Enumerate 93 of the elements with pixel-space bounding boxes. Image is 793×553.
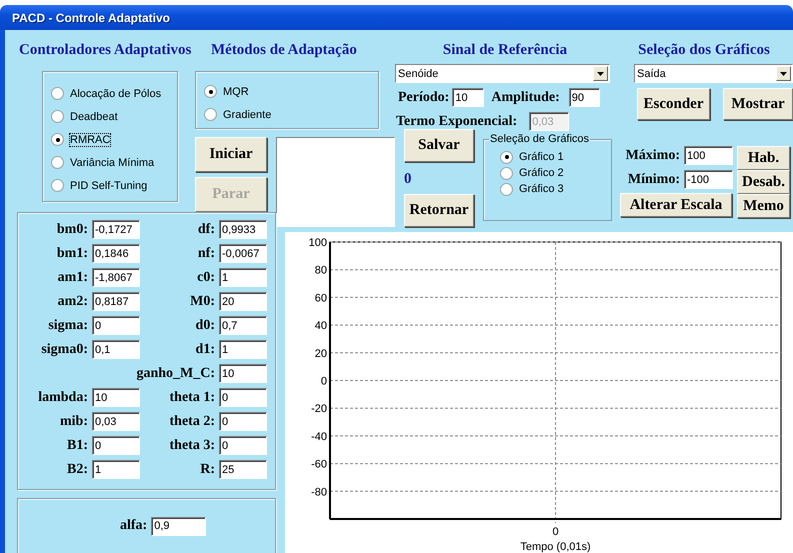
axis-tick-label: -40 [311, 430, 327, 443]
radio-option[interactable]: Gráfico 2 [500, 165, 564, 181]
input-field[interactable]: 10 [452, 88, 484, 107]
radio-option[interactable]: Alocação de Pólos [51, 82, 162, 105]
input-field[interactable]: 25 [219, 460, 267, 479]
input-field[interactable]: 20 [219, 292, 267, 311]
push-button[interactable]: Memo [737, 194, 790, 218]
counter-value: 0 [404, 171, 412, 189]
axis-tick-label: -60 [311, 458, 327, 471]
radio-option[interactable]: RMRAC [51, 128, 110, 151]
field-label: bm0: [56, 222, 88, 238]
window-title: PACD - Controle Adaptativo [0, 5, 793, 30]
field-label: B2: [66, 462, 88, 478]
field-label: R: [199, 462, 215, 478]
field-label: theta 3: [168, 438, 215, 454]
input-field[interactable]: 0,1 [92, 340, 140, 359]
input-field[interactable]: -100 [684, 170, 733, 189]
radio-option[interactable]: Variância Mínima [51, 151, 154, 174]
input-field[interactable]: 0,1846 [92, 244, 140, 263]
input-field[interactable]: 0,8187 [92, 292, 140, 311]
field-label: Período: [398, 90, 450, 106]
field-label: d1: [194, 342, 215, 358]
axis-tick-label: 20 [314, 348, 327, 360]
input-field[interactable]: 100 [684, 146, 733, 165]
input-field[interactable]: 0,7 [219, 316, 267, 335]
field-label: sigma0: [40, 342, 88, 358]
dropdown[interactable]: Saída [634, 64, 793, 83]
radio-option[interactable]: Gráfico 1 [500, 149, 564, 165]
field-label: lambda: [37, 390, 88, 406]
radio-option[interactable]: Gradiente [204, 103, 272, 126]
push-button[interactable]: Esconder [637, 88, 710, 120]
push-button[interactable]: Hab. [737, 146, 790, 170]
input-field[interactable]: 0 [219, 388, 267, 407]
field-label: sigma: [47, 318, 88, 334]
field-label: M0: [189, 294, 215, 310]
field-label: c0: [196, 270, 215, 286]
axis-tick-label: 80 [314, 264, 327, 277]
input-field[interactable]: 1 [219, 268, 267, 287]
input-field[interactable]: 1 [92, 460, 140, 479]
field-label: theta 2: [168, 414, 215, 430]
dropdown[interactable]: Senóide [395, 64, 610, 83]
field-label: nf: [196, 246, 215, 262]
axis-tick-label: -80 [311, 486, 327, 498]
group-label: Seleção de Gráficos [489, 133, 590, 145]
field-label: Mínimo: [628, 172, 680, 188]
input-field[interactable]: 90 [568, 88, 600, 107]
push-button[interactable]: Iniciar [195, 137, 267, 172]
section-heading: Controladores Adaptativos [19, 42, 192, 60]
section-heading: Seleção dos Gráficos [637, 42, 771, 60]
field-label: mib: [59, 414, 88, 430]
input-field[interactable]: 0,9933 [219, 220, 267, 239]
input-field[interactable]: -0,0067 [219, 244, 267, 263]
input-field[interactable]: -1,8067 [92, 268, 140, 287]
radio-option[interactable]: Deadbeat [51, 105, 118, 128]
axis-tick-label: 60 [314, 292, 327, 304]
radio-option[interactable]: PID Self-Tuning [51, 174, 148, 197]
push-button[interactable]: Mostrar [723, 88, 793, 120]
push-button[interactable]: Salvar [404, 129, 474, 162]
input-field[interactable]: 10 [92, 388, 140, 407]
push-button[interactable]: Alterar Escala [620, 193, 732, 217]
field-label: Máximo: [626, 148, 680, 164]
field-label: Termo Exponencial: [396, 114, 518, 130]
input-field[interactable]: 0 [92, 436, 140, 455]
input-field[interactable]: 1 [219, 340, 267, 359]
input-field[interactable]: 10 [219, 364, 267, 383]
field-label: theta 1: [168, 390, 215, 406]
push-button[interactable]: Desab. [737, 170, 790, 194]
field-label: bm1: [56, 246, 88, 262]
input-field[interactable]: 0 [219, 436, 267, 455]
field-label: am2: [56, 294, 88, 310]
field-label: am1: [56, 270, 88, 286]
field-label: ganho_M_C: [135, 366, 215, 382]
axis-tick-label: 100 [308, 237, 327, 249]
field-label: df: [196, 222, 215, 238]
axis-tick-label: 0 [320, 376, 327, 388]
field-label: B1: [66, 438, 88, 454]
field-label: alfa: [120, 518, 148, 534]
axis-title: Tempo (0,01s) [520, 541, 591, 553]
field-label: Amplitude: [491, 90, 560, 106]
axis-tick-label: 0 [552, 526, 559, 538]
push-button[interactable]: Retornar [404, 194, 474, 227]
input-field[interactable]: 0,9 [151, 516, 206, 536]
input-field[interactable]: 0 [219, 412, 267, 431]
input-field[interactable]: 0,03 [92, 412, 140, 431]
section-heading: Sinal de Referência [442, 42, 568, 60]
axis-tick-label: 40 [314, 320, 327, 332]
input-field[interactable]: 0 [92, 316, 140, 335]
radio-option[interactable]: MQR [204, 80, 249, 103]
input-field[interactable]: -0,1727 [92, 220, 140, 239]
field-label: d0: [194, 318, 215, 334]
radio-option[interactable]: Gráfico 3 [500, 181, 564, 197]
section-heading: Métodos de Adaptação [210, 42, 358, 60]
axis-tick-label: -20 [311, 403, 327, 416]
